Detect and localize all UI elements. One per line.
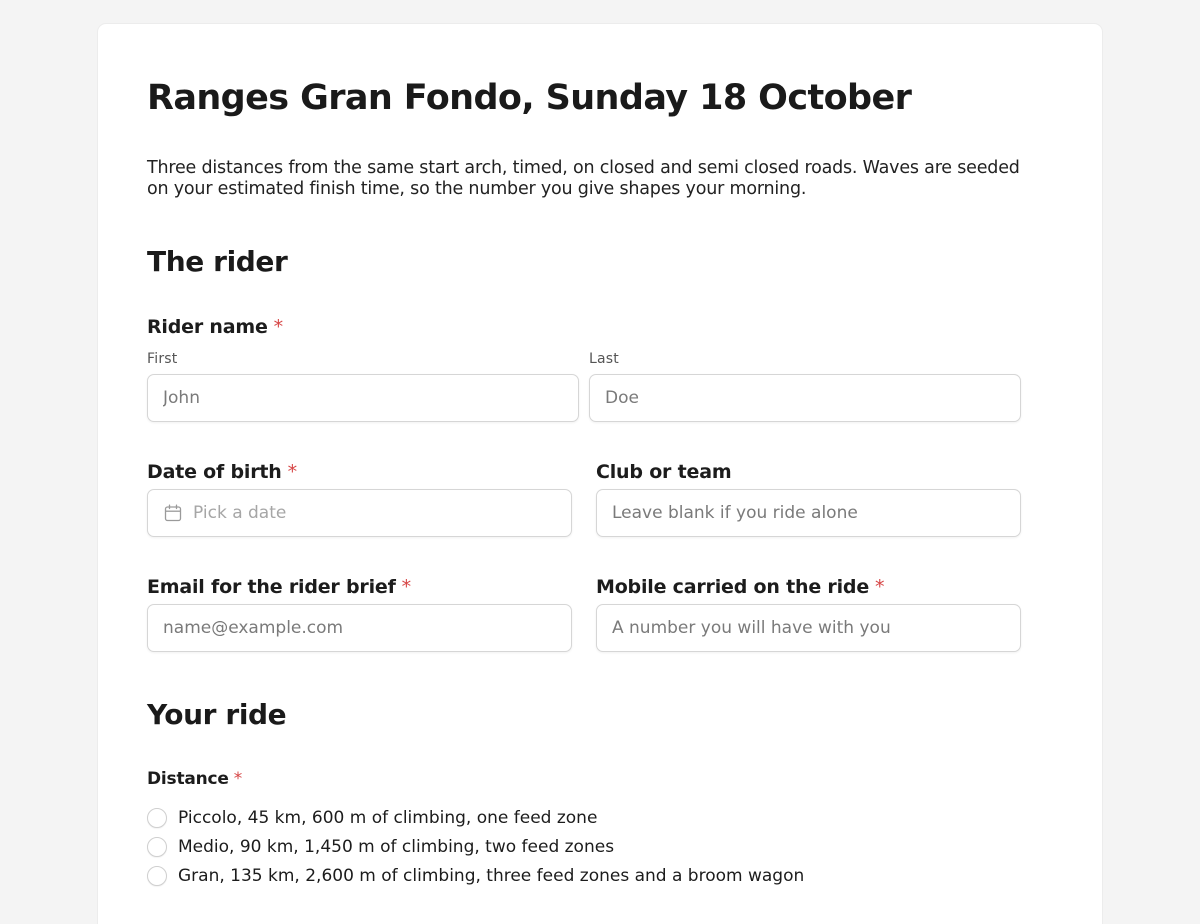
club-input[interactable] [596,489,1021,537]
form-title: Ranges Gran Fondo, Sunday 18 October [147,78,912,118]
rider-name-label: Rider name * [147,316,283,338]
required-mark: * [273,316,284,338]
radio-button[interactable] [147,866,167,886]
required-mark: * [875,576,885,598]
required-mark: * [287,461,298,483]
section-heading-rider: The rider [147,245,288,278]
distance-option-label: Piccolo, 45 km, 600 m of climbing, one f… [178,808,598,828]
last-name-sublabel: Last [589,351,619,367]
date-of-birth-label: Date of birth * [147,461,297,483]
first-name-sublabel: First [147,351,178,367]
mobile-label: Mobile carried on the ride * [596,576,885,598]
calendar-icon [164,504,182,522]
form-intro: Three distances from the same start arch… [147,158,1020,199]
last-name-input[interactable] [589,374,1021,422]
club-label: Club or team [596,461,732,483]
email-label: Email for the rider brief * [147,576,411,598]
distance-option-medio[interactable]: Medio, 90 km, 1,450 m of climbing, two f… [147,835,614,859]
distance-option-label: Medio, 90 km, 1,450 m of climbing, two f… [178,837,615,857]
mobile-input[interactable] [596,604,1021,652]
date-placeholder: Pick a date [193,503,287,523]
radio-button[interactable] [147,808,167,828]
distance-option-label: Gran, 135 km, 2,600 m of climbing, three… [178,866,805,886]
distance-label: Distance * [147,769,243,789]
distance-option-piccolo[interactable]: Piccolo, 45 km, 600 m of climbing, one f… [147,806,597,830]
date-of-birth-picker[interactable]: Pick a date [147,489,572,537]
required-mark: * [233,769,243,789]
required-mark: * [401,576,412,598]
radio-button[interactable] [147,837,167,857]
email-input[interactable] [147,604,572,652]
first-name-input[interactable] [147,374,579,422]
distance-option-gran[interactable]: Gran, 135 km, 2,600 m of climbing, three… [147,864,804,888]
section-heading-ride: Your ride [147,698,287,731]
